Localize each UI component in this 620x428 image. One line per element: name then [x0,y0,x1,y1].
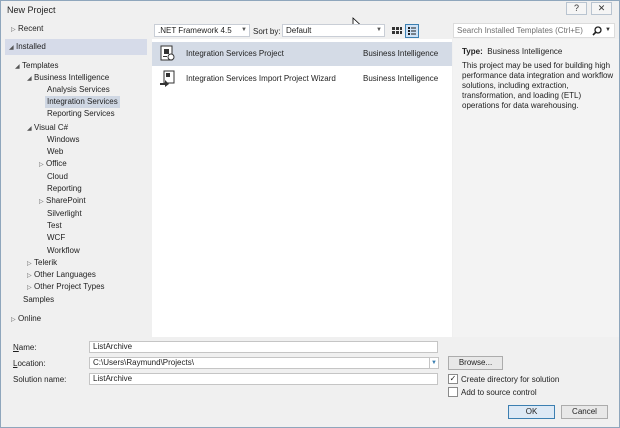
ok-button[interactable]: OK [508,405,555,419]
ssis-project-icon [160,45,175,61]
sort-by-dropdown[interactable]: Default ▼ [282,24,385,37]
template-description: This project may be used for building hi… [462,61,614,110]
expanded-arrow-icon: ◢ [27,76,32,82]
tree-item-cloud[interactable]: Cloud [47,171,68,183]
tree-item-installed[interactable]: ◢ Installed [9,41,46,53]
tree-item-reporting-services[interactable]: Reporting Services [47,108,115,120]
source-control-label: Add to source control [461,388,537,397]
name-label: Name: [13,343,37,352]
cancel-button[interactable]: Cancel [561,405,608,419]
create-directory-label: Create directory for solution [461,375,560,384]
tree-item-office[interactable]: ▷ Office [39,158,67,170]
collapsed-arrow-icon: ▷ [39,162,44,168]
help-button[interactable]: ? [566,2,587,15]
tree-item-visual-csharp[interactable]: ◢ Visual C# [27,122,68,134]
new-project-dialog: New Project ? ✕ ▷ Recent ◢ Installed ◢ Temp… [0,0,620,428]
name-input[interactable]: ListArchive [89,341,438,353]
medium-icons-view-icon[interactable] [390,25,403,37]
tree-item-other-project-types[interactable]: ▷ Other Project Types [27,281,105,293]
project-form: Name: ListArchive Location: C:\Users\Ray… [1,337,619,427]
framework-dropdown[interactable]: .NET Framework 4.5 ▼ [154,24,250,37]
tree-item-windows[interactable]: Windows [47,134,79,146]
collapsed-arrow-icon: ▷ [11,317,16,323]
sort-by-label: Sort by: [253,27,281,36]
tree-item-sharepoint[interactable]: ▷ SharePoint [39,195,86,207]
template-details: Type: Business Intelligence This project… [453,39,619,337]
template-row-integration-services-project[interactable]: Integration Services Project Business In… [152,42,452,66]
template-list: Integration Services Project Business In… [152,39,452,337]
search-icon [592,26,602,36]
tree-item-reporting[interactable]: Reporting [47,183,82,195]
tree-item-online[interactable]: ▷ Online [11,313,41,325]
expanded-arrow-icon: ◢ [27,126,32,132]
tree-item-analysis-services[interactable]: Analysis Services [47,84,110,96]
tree-item-recent[interactable]: ▷ Recent [11,23,43,35]
chevron-down-icon: ▼ [376,27,382,33]
location-label: Location: [13,359,46,368]
solution-name-input[interactable]: ListArchive [89,373,438,385]
tree-item-samples[interactable]: Samples [23,294,54,306]
tree-item-other-languages[interactable]: ▷ Other Languages [27,269,96,281]
import-wizard-icon [160,70,175,87]
tree-item-templates[interactable]: ◢ Templates [15,60,58,72]
template-type: Type: Business Intelligence [462,47,563,56]
search-templates-input[interactable]: Search Installed Templates (Ctrl+E) ▼ [453,23,615,38]
window-title: New Project [7,5,56,15]
tree-item-wcf[interactable]: WCF [47,232,65,244]
tree-item-test[interactable]: Test [47,220,62,232]
tree-item-silverlight[interactable]: Silverlight [47,208,82,220]
search-options-arrow-icon[interactable]: ▼ [605,27,611,33]
tree-item-integration-services[interactable]: Integration Services [45,96,120,108]
chevron-down-icon: ▼ [241,27,247,33]
location-input[interactable]: C:\Users\Raymund\Projects\ [89,357,438,369]
collapsed-arrow-icon: ▷ [11,27,16,33]
source-control-checkbox[interactable] [448,387,458,397]
expanded-arrow-icon: ◢ [9,45,14,51]
tree-item-business-intelligence[interactable]: ◢ Business Intelligence [27,72,109,84]
template-row-import-project-wizard[interactable]: Integration Services Import Project Wiza… [152,67,452,91]
solution-name-label: Solution name: [13,375,67,384]
browse-button[interactable]: Browse... [448,356,503,370]
template-tree: ▷ Recent ◢ Installed ◢ Templates ◢ Business … [1,19,151,337]
close-button[interactable]: ✕ [591,2,612,15]
location-dropdown-arrow-icon[interactable]: ▼ [429,357,439,369]
tree-item-web[interactable]: Web [47,146,63,158]
create-directory-checkbox[interactable]: ✓ [448,374,458,384]
collapsed-arrow-icon: ▷ [39,199,44,205]
list-view-icon[interactable] [405,24,419,38]
title-bar: New Project ? ✕ [1,1,619,19]
tree-item-workflow[interactable]: Workflow [47,245,80,257]
tree-item-telerik[interactable]: ▷ Telerik [27,257,57,269]
expanded-arrow-icon: ◢ [15,64,20,70]
collapsed-arrow-icon: ▷ [27,285,32,291]
